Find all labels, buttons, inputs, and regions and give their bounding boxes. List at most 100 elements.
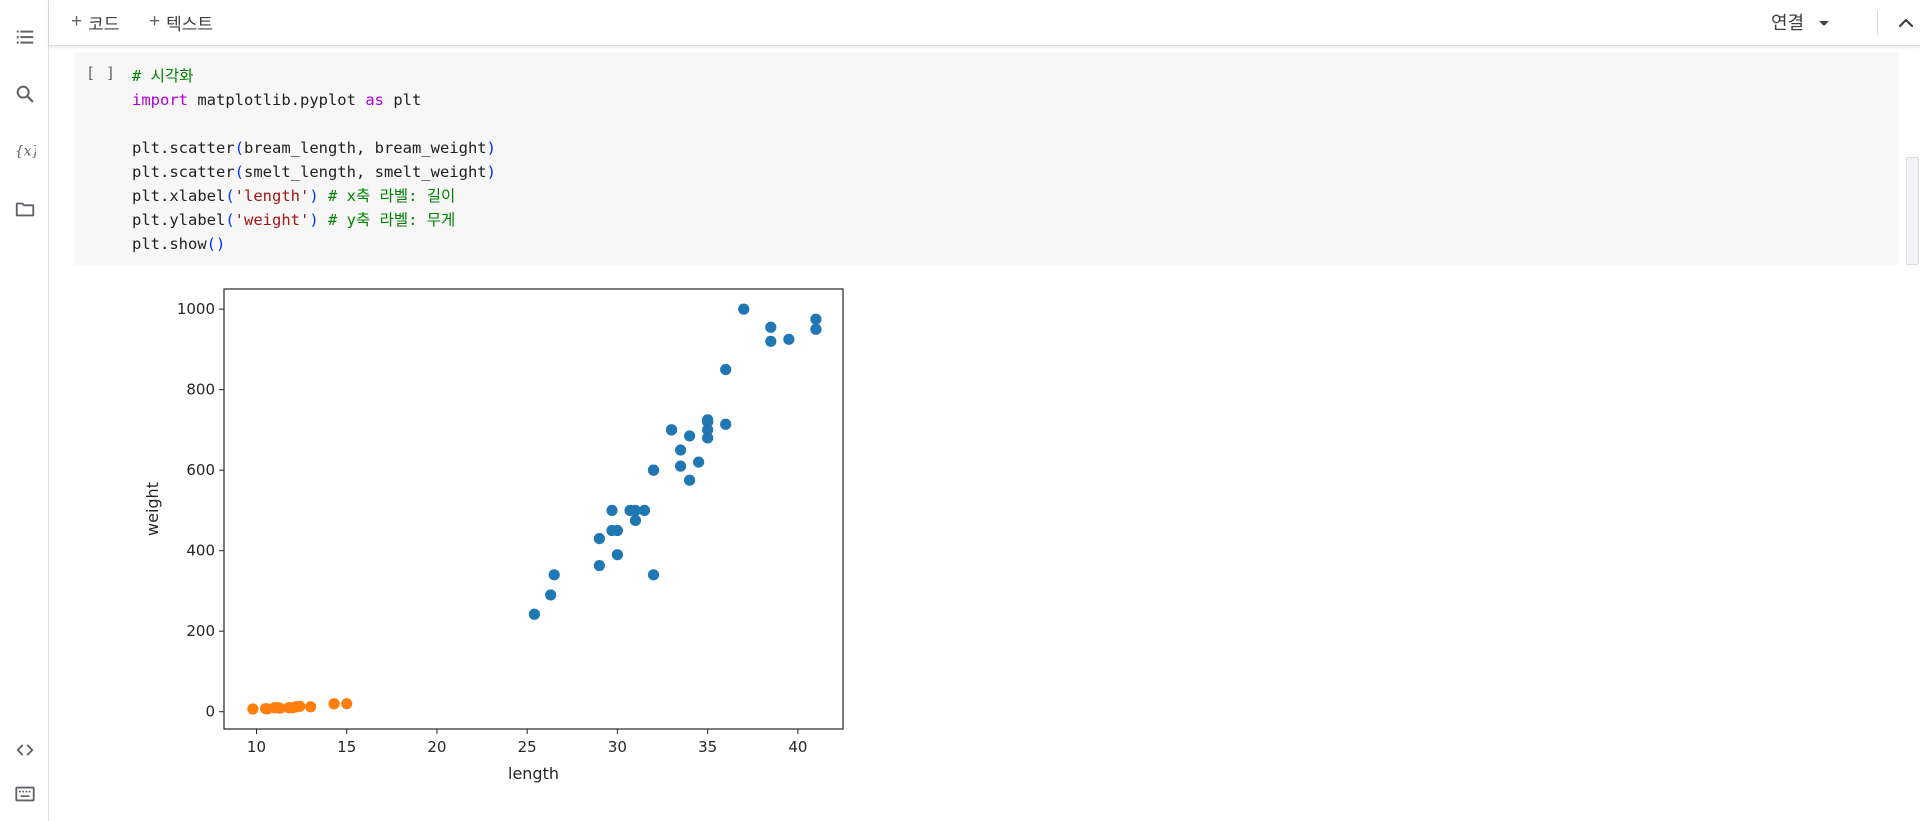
collapse-toolbar-button[interactable] — [1891, 8, 1920, 38]
code-token: ) — [309, 211, 319, 229]
code-token: plt — [383, 91, 422, 109]
scatter-point — [684, 430, 696, 442]
scatter-point — [810, 313, 822, 325]
add-text-label: 텍스트 — [166, 14, 214, 34]
code-line: import matplotlib.pyplot as plt — [132, 88, 496, 112]
scatter-point — [528, 608, 541, 620]
scatter-point — [247, 703, 259, 715]
scatter-plot: 10 15 20 25 30 35 4002004006008001000lengthwei… — [143, 288, 844, 783]
x-tick-label: 25 — [518, 738, 537, 756]
code-token: # x축 라벨: 길이 — [328, 187, 456, 205]
scatter-point — [693, 456, 705, 468]
code-token: ( — [234, 139, 244, 157]
code-token: ) — [486, 139, 496, 157]
y-tick-label: 400 — [186, 542, 215, 560]
scrollbar-thumb[interactable] — [1906, 157, 1919, 265]
y-axis-label: weight — [143, 482, 162, 536]
code-token: smelt_length, smelt_weight — [244, 163, 487, 181]
scatter-point — [720, 363, 732, 376]
scatter-point — [783, 333, 795, 345]
scatter-point — [328, 698, 340, 710]
search-icon[interactable] — [12, 81, 38, 107]
code-line: plt.scatter(smelt_length, smelt_weight) — [132, 160, 496, 184]
code-token: plt.xlabel — [132, 187, 226, 205]
x-tick-label: 15 — [337, 738, 356, 756]
code-token: ( — [225, 211, 235, 229]
plot-area — [224, 289, 843, 729]
folder-icon[interactable] — [12, 196, 38, 222]
scatter-point — [647, 569, 660, 581]
scatter-point — [638, 504, 651, 517]
code-token: as — [365, 91, 384, 109]
code-snippets-icon[interactable] — [12, 737, 38, 763]
scatter-point — [647, 464, 660, 476]
code-token: plt.scatter — [132, 139, 235, 157]
scatter-point — [765, 335, 777, 347]
y-tick-label: 0 — [205, 703, 215, 721]
scatter-point — [629, 514, 642, 527]
code-token: matplotlib.pyplot — [188, 91, 366, 109]
code-token: 'weight' — [234, 211, 310, 229]
scatter-point — [674, 444, 687, 456]
scatter-point — [810, 323, 822, 335]
code-token: () — [206, 235, 226, 253]
table-of-contents-icon[interactable] — [12, 24, 38, 50]
x-tick-label: 20 — [427, 738, 446, 756]
scatter-point — [738, 303, 750, 315]
variables-icon[interactable]: {x} — [12, 138, 38, 164]
code-line: plt.xlabel('length') # x축 라벨: 길이 — [132, 184, 496, 208]
terminal-icon[interactable] — [12, 781, 38, 807]
plus-icon: + — [71, 11, 83, 32]
plus-icon: + — [149, 11, 161, 32]
scatter-point — [611, 549, 624, 561]
code-token: plt.show — [132, 235, 207, 253]
x-axis-label: length — [508, 764, 559, 783]
scatter-point — [606, 504, 618, 517]
scatter-point — [665, 424, 678, 436]
x-tick-label: 10 — [247, 738, 266, 756]
code-line: plt.scatter(bream_length, bream_weight) — [132, 136, 496, 160]
x-tick-label: 30 — [608, 738, 627, 756]
scatter-point — [702, 416, 714, 428]
scatter-point — [611, 524, 624, 537]
code-token: 'length' — [234, 187, 310, 205]
cell-run-button[interactable]: [ ] — [86, 64, 116, 82]
x-tick-label: 40 — [788, 738, 807, 756]
add-text-cell-button[interactable]: + 텍스트 — [149, 10, 213, 34]
scatter-point — [593, 559, 605, 572]
scatter-point — [294, 700, 306, 712]
code-token: ( — [234, 163, 244, 181]
y-tick-label: 800 — [186, 381, 215, 399]
x-tick-label: 35 — [698, 738, 717, 756]
code-token: ( — [225, 187, 235, 205]
connect-label: 연결 — [1771, 13, 1805, 33]
code-token: bream_length, bream_weight — [244, 139, 487, 157]
code-token: ) — [309, 187, 319, 205]
connect-button[interactable]: 연결 — [1771, 10, 1830, 34]
scatter-point — [593, 532, 605, 545]
chevron-up-icon — [1898, 18, 1914, 28]
add-code-label: 코드 — [88, 14, 120, 34]
scatter-point — [684, 474, 696, 486]
code-token: # y축 라벨: 무게 — [328, 211, 456, 229]
add-code-cell-button[interactable]: + 코드 — [71, 10, 119, 34]
left-sidebar: {x} — [0, 0, 49, 821]
scatter-point — [674, 460, 687, 472]
svg-text:{x}: {x} — [15, 144, 36, 160]
code-line: plt.ylabel('weight') # y축 라벨: 무게 — [132, 208, 496, 232]
code-token: ) — [486, 163, 496, 181]
code-token: plt.ylabel — [132, 211, 226, 229]
caret-down-icon — [1818, 12, 1830, 33]
notebook-toolbar: + 코드 + 텍스트 연결 — [49, 0, 1920, 46]
code-token: # 시각화 — [132, 67, 194, 85]
scatter-point — [720, 418, 732, 430]
toolbar-divider — [1877, 10, 1878, 36]
scatter-point — [545, 589, 557, 601]
y-tick-label: 200 — [186, 622, 215, 640]
scatter-point — [341, 698, 353, 710]
code-editor[interactable]: # 시각화 import matplotlib.pyplot as plt plt… — [132, 64, 496, 256]
code-line: # 시각화 — [132, 64, 496, 88]
